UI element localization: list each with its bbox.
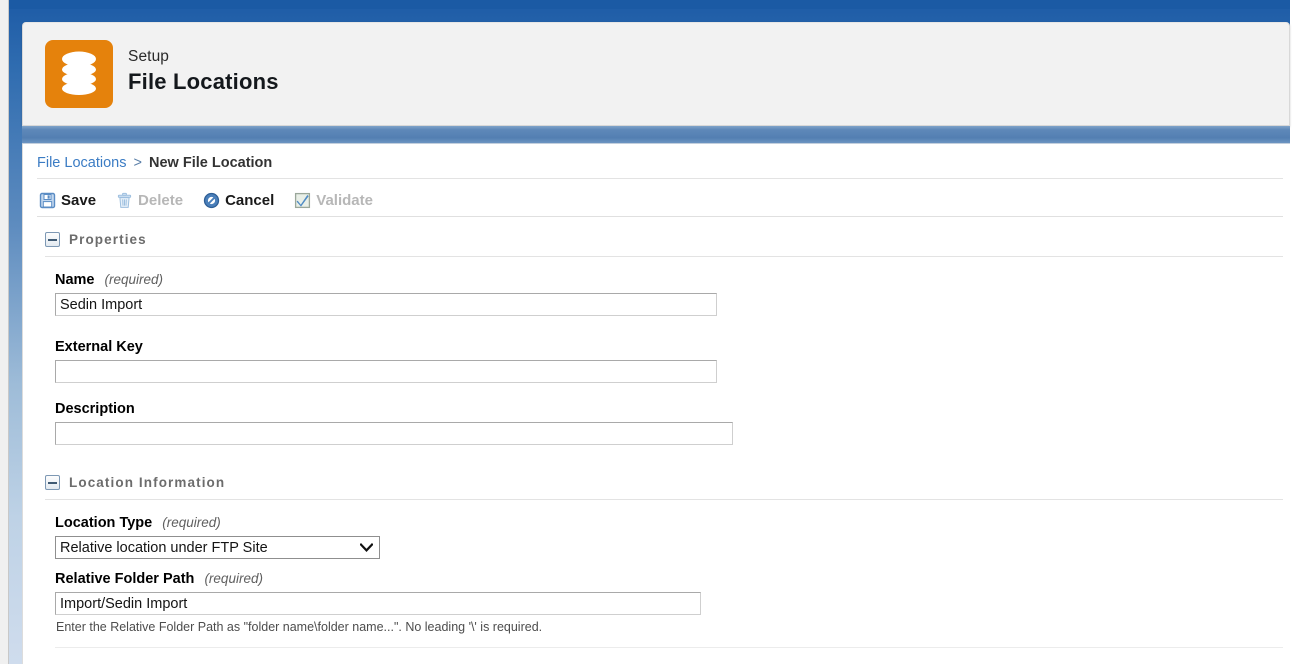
field-required-note-relative-folder-path: (required): [204, 571, 263, 586]
prohibition-circle-icon: [203, 192, 220, 209]
section-bottom-divider: [55, 647, 1283, 648]
minus-box-icon[interactable]: [45, 475, 60, 490]
page-eyebrow: Setup: [128, 48, 170, 65]
field-label-external-key: External Key: [55, 337, 717, 357]
minus-box-icon[interactable]: [45, 232, 60, 247]
section-header-location-information: Location Information: [45, 475, 225, 490]
field-label-description: Description: [55, 399, 733, 419]
field-required-note-name: (required): [104, 272, 164, 287]
field-label-location-type-text: Location Type: [55, 515, 153, 531]
breadcrumb: File Locations > New File Location: [37, 154, 272, 172]
section-header-properties: Properties: [45, 232, 147, 247]
cancel-button-label: Cancel: [225, 191, 275, 209]
page-header-card: Setup File Locations: [22, 22, 1290, 126]
floppy-disk-icon: [39, 192, 56, 209]
name-input[interactable]: [55, 293, 717, 316]
toolbar-divider: [37, 216, 1283, 217]
action-toolbar: Save Delete Cancel Validate: [37, 185, 391, 215]
desktop-background: Setup File Locations File Locations > Ne…: [0, 0, 1296, 664]
field-label-location-type: Location Type (required): [55, 513, 380, 533]
database-stack-icon: [45, 40, 113, 108]
location-type-select[interactable]: Relative location under FTP Site: [55, 536, 380, 559]
field-location-type: Location Type (required) Relative locati…: [55, 513, 380, 559]
trash-can-icon: [116, 192, 133, 209]
delete-button[interactable]: Delete: [114, 190, 193, 211]
header-accent-band: [22, 126, 1290, 144]
section-title-location-information: Location Information: [69, 475, 226, 490]
field-required-note-location-type: (required): [162, 515, 221, 530]
field-description: Description: [55, 399, 733, 445]
description-input[interactable]: [55, 422, 733, 445]
breadcrumb-divider: [37, 178, 1283, 179]
location-type-select-wrapper: Relative location under FTP Site: [55, 536, 380, 559]
save-button[interactable]: Save: [37, 190, 106, 211]
page-title: File Locations: [128, 69, 279, 94]
field-label-description-text: Description: [55, 401, 135, 417]
breadcrumb-current: New File Location: [149, 155, 273, 171]
breadcrumb-link-file-locations[interactable]: File Locations: [37, 155, 126, 171]
window-left-gutter: [0, 0, 9, 664]
page-header-text: Setup File Locations: [128, 47, 279, 97]
validate-button[interactable]: Validate: [292, 190, 383, 211]
field-label-name: Name (required): [55, 270, 717, 290]
breadcrumb-separator: >: [133, 155, 142, 171]
field-label-relative-folder-path: Relative Folder Path (required): [55, 569, 701, 589]
save-button-label: Save: [61, 191, 97, 209]
delete-button-label: Delete: [138, 191, 184, 209]
cancel-button[interactable]: Cancel: [201, 190, 284, 211]
section-title-properties: Properties: [69, 232, 147, 247]
field-name: Name (required): [55, 270, 717, 316]
window-title-strip: [9, 0, 1296, 9]
section-divider-properties: [45, 256, 1283, 257]
external-key-input[interactable]: [55, 360, 717, 383]
relative-folder-path-input[interactable]: [55, 592, 701, 615]
field-label-relative-folder-path-text: Relative Folder Path: [55, 571, 195, 587]
field-external-key: External Key: [55, 337, 717, 383]
validate-button-label: Validate: [316, 191, 373, 209]
field-relative-folder-path: Relative Folder Path (required): [55, 569, 701, 615]
field-label-external-key-text: External Key: [55, 339, 143, 355]
section-divider-location-information: [45, 499, 1283, 500]
checkbox-check-icon: [294, 192, 311, 209]
relative-folder-path-helper-text: Enter the Relative Folder Path as "folde…: [56, 620, 543, 634]
main-content-panel: File Locations > New File Location Save: [22, 144, 1296, 664]
field-label-name-text: Name: [55, 272, 95, 288]
